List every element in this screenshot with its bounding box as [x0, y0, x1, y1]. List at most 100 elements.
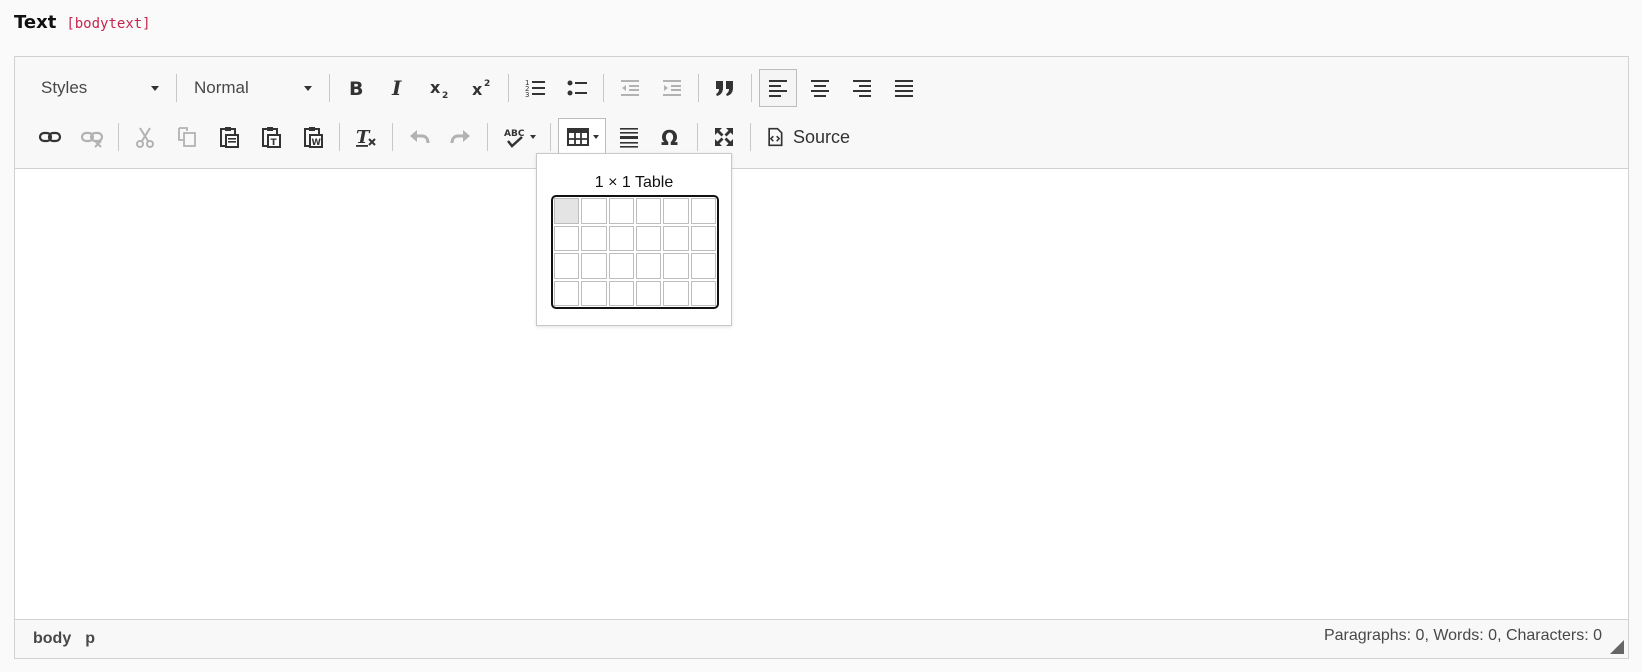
toolbar-separator	[751, 74, 752, 102]
align-center-icon	[811, 80, 829, 97]
bold-button[interactable]: B	[337, 69, 375, 107]
spellcheck-button[interactable]: ABC	[495, 118, 543, 156]
indent-icon	[663, 80, 681, 96]
element-path-p[interactable]: p	[85, 630, 95, 648]
toolbar-separator	[750, 123, 751, 151]
special-character-button[interactable]: Ω	[652, 118, 690, 156]
justify-button[interactable]	[885, 69, 923, 107]
increase-indent-button[interactable]	[653, 69, 691, 107]
numbered-list-icon: 123	[525, 79, 545, 99]
field-title: Text	[14, 12, 57, 33]
table-size-cell[interactable]	[690, 280, 716, 306]
table-size-grid	[551, 195, 719, 309]
table-size-cell[interactable]	[554, 198, 580, 224]
table-size-cell[interactable]	[608, 280, 634, 306]
table-size-cell[interactable]	[608, 225, 634, 251]
source-code-icon	[768, 127, 783, 147]
svg-text:T: T	[356, 127, 371, 148]
table-size-cell[interactable]	[636, 198, 662, 224]
table-size-cell[interactable]	[636, 253, 662, 279]
toolbar-separator	[508, 74, 509, 102]
remove-format-button[interactable]: T	[347, 118, 385, 156]
format-dropdown-label: Normal	[194, 78, 249, 97]
table-size-cell[interactable]	[690, 253, 716, 279]
table-size-cell[interactable]	[581, 253, 607, 279]
bulleted-list-button[interactable]	[558, 69, 596, 107]
paste-text-button[interactable]: T	[252, 118, 290, 156]
styles-dropdown[interactable]: Styles	[29, 71, 171, 105]
link-icon	[38, 131, 62, 143]
toolbar-separator	[698, 74, 699, 102]
paste-button[interactable]	[210, 118, 248, 156]
table-size-cell[interactable]	[581, 225, 607, 251]
table-size-cell[interactable]	[608, 198, 634, 224]
paste-from-word-button[interactable]: W	[294, 118, 332, 156]
editor-content-area[interactable]	[15, 169, 1628, 621]
maximize-button[interactable]	[705, 118, 743, 156]
bulleted-list-icon	[567, 80, 587, 96]
svg-text:W: W	[312, 138, 322, 148]
superscript-button[interactable]: x2	[463, 69, 501, 107]
align-right-icon	[853, 80, 871, 97]
table-size-cell[interactable]	[663, 280, 689, 306]
styles-dropdown-label: Styles	[41, 78, 88, 97]
table-size-cell[interactable]	[554, 253, 580, 279]
bold-icon: B	[349, 78, 363, 100]
chevron-down-icon	[592, 135, 599, 139]
editor-toolbar: Styles Normal B I x2 x2 123 T W T ABC Ω …	[15, 57, 1628, 169]
cut-button[interactable]	[126, 118, 164, 156]
toolbar-separator	[392, 123, 393, 151]
svg-text:I: I	[391, 76, 402, 100]
table-size-cell[interactable]	[581, 280, 607, 306]
table-size-cell[interactable]	[608, 253, 634, 279]
blockquote-button[interactable]	[706, 69, 744, 107]
word-count: Paragraphs: 0, Words: 0, Characters: 0	[1323, 627, 1602, 644]
field-label: Text [bodytext]	[14, 12, 151, 33]
subscript-button[interactable]: x2	[421, 69, 459, 107]
table-size-caption: 1 × 1 Table	[594, 174, 674, 191]
paste-text-icon: T	[262, 127, 281, 148]
table-size-cell[interactable]	[554, 280, 580, 306]
resize-handle-icon[interactable]	[1610, 640, 1624, 654]
table-size-cell[interactable]	[663, 253, 689, 279]
field-code: [bodytext]	[66, 16, 151, 32]
undo-button[interactable]	[400, 118, 438, 156]
toolbar-separator	[487, 123, 488, 151]
unlink-button[interactable]	[73, 118, 111, 156]
table-size-cell[interactable]	[663, 225, 689, 251]
table-size-cell[interactable]	[663, 198, 689, 224]
copy-button[interactable]	[168, 118, 206, 156]
svg-text:x: x	[430, 78, 441, 97]
decrease-indent-button[interactable]	[611, 69, 649, 107]
toolbar-separator	[176, 74, 177, 102]
toolbar-separator	[118, 123, 119, 151]
link-button[interactable]	[31, 118, 69, 156]
format-dropdown[interactable]: Normal	[182, 71, 324, 105]
horizontal-rule-button[interactable]	[610, 118, 648, 156]
table-size-cell[interactable]	[554, 225, 580, 251]
align-center-button[interactable]	[801, 69, 839, 107]
chevron-down-icon	[151, 86, 159, 91]
table-size-cell[interactable]	[581, 198, 607, 224]
table-size-cell[interactable]	[690, 198, 716, 224]
table-size-cell[interactable]	[636, 280, 662, 306]
toolbar-separator	[697, 123, 698, 151]
unlink-icon	[80, 131, 104, 148]
table-size-cell[interactable]	[636, 225, 662, 251]
redo-button[interactable]	[442, 118, 480, 156]
table-size-picker: 1 × 1 Table	[536, 153, 732, 326]
table-size-cell[interactable]	[690, 225, 716, 251]
svg-text:3: 3	[525, 91, 529, 99]
element-path-body[interactable]: body	[33, 630, 71, 648]
source-button[interactable]: Source	[758, 118, 857, 156]
numbered-list-button[interactable]: 123	[516, 69, 554, 107]
svg-text:T: T	[271, 138, 278, 148]
align-left-button[interactable]	[759, 69, 797, 107]
horizontal-line-icon	[620, 128, 638, 148]
table-button[interactable]	[558, 118, 606, 156]
subscript-icon: x2	[430, 78, 448, 100]
align-right-button[interactable]	[843, 69, 881, 107]
spellcheck-icon: ABC	[504, 129, 524, 148]
quote-icon	[716, 81, 733, 96]
italic-button[interactable]: I	[379, 69, 417, 107]
